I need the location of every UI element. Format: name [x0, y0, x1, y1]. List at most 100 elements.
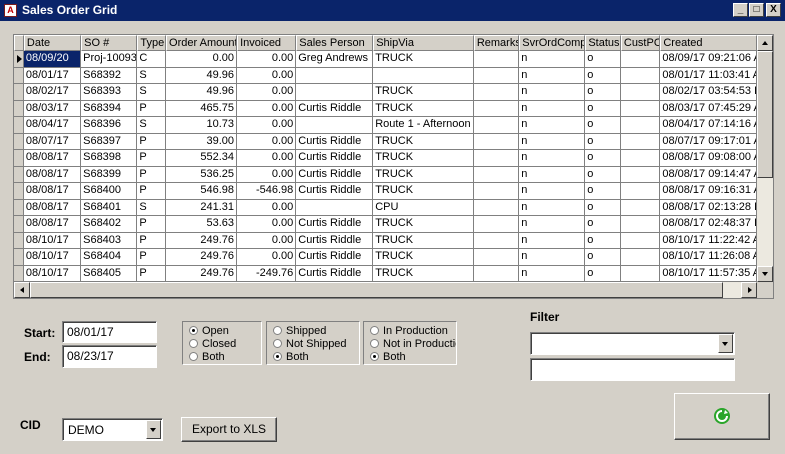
table-cell[interactable]: 08/08/17 09:14:47 A — [660, 166, 757, 183]
table-cell[interactable]: o — [585, 84, 621, 101]
table-cell[interactable] — [473, 249, 520, 266]
table-cell[interactable] — [620, 133, 661, 150]
table-cell[interactable]: 08/10/17 — [23, 249, 82, 266]
table-cell[interactable]: o — [585, 150, 621, 167]
table-cell[interactable]: n — [519, 216, 586, 233]
table-cell[interactable]: 08/09/17 09:21:06 A — [660, 51, 757, 68]
table-cell[interactable]: S — [137, 199, 167, 216]
table-cell[interactable] — [473, 166, 520, 183]
table-row[interactable]: 08/10/17 S68403 P 249.76 0.00 Curtis Riddle TR… — [14, 232, 757, 249]
table-cell[interactable]: 08/10/17 — [23, 265, 82, 282]
table-cell[interactable]: 08/08/17 — [23, 183, 82, 200]
table-cell[interactable]: 08/10/17 — [23, 232, 82, 249]
table-cell[interactable]: n — [519, 100, 586, 117]
table-cell[interactable]: n — [519, 166, 586, 183]
table-cell[interactable] — [620, 51, 661, 68]
table-cell[interactable]: Curtis Riddle — [296, 216, 374, 233]
table-row[interactable]: 08/08/17 S68398 P 552.34 0.00 Curtis Riddle TR… — [14, 150, 757, 167]
table-cell[interactable] — [620, 117, 661, 134]
table-cell[interactable] — [473, 183, 520, 200]
table-cell[interactable] — [620, 216, 661, 233]
table-cell[interactable]: Route 1 - Afternoon — [373, 117, 474, 134]
table-cell[interactable]: 08/07/17 — [23, 133, 82, 150]
table-cell[interactable]: Curtis Riddle — [296, 133, 374, 150]
table-cell[interactable]: o — [585, 133, 621, 150]
table-cell[interactable]: 49.96 — [166, 84, 238, 101]
table-row[interactable]: 08/10/17 S68405 P 249.76 -249.76 Curtis Riddl… — [14, 265, 757, 282]
cid-select[interactable]: DEMO — [62, 418, 163, 441]
cid-dropdown-button[interactable] — [146, 420, 161, 439]
table-cell[interactable]: 0.00 — [237, 100, 297, 117]
row-indicator[interactable] — [14, 133, 24, 150]
filter-select[interactable] — [530, 332, 735, 355]
table-cell[interactable]: S68396 — [81, 117, 138, 134]
table-cell[interactable]: -546.98 — [237, 183, 297, 200]
row-indicator[interactable] — [14, 183, 24, 200]
table-cell[interactable]: S68397 — [81, 133, 138, 150]
table-cell[interactable]: P — [137, 216, 167, 233]
column-header-so[interactable]: SO # — [81, 35, 138, 51]
table-cell[interactable]: o — [585, 265, 621, 282]
table-cell[interactable]: 39.00 — [166, 133, 238, 150]
sales-order-grid[interactable]: Date SO # Type Order Amount Invoiced Sales Pe… — [13, 34, 774, 299]
table-cell[interactable]: 53.63 — [166, 216, 238, 233]
table-cell[interactable]: Curtis Riddle — [296, 265, 374, 282]
minimize-button[interactable]: _ — [733, 3, 748, 17]
table-cell[interactable]: 08/09/20 — [23, 51, 82, 68]
row-indicator[interactable] — [14, 67, 24, 84]
table-cell[interactable]: 465.75 — [166, 100, 238, 117]
radio-both-shipped[interactable]: Both — [273, 351, 309, 364]
table-cell[interactable]: S68394 — [81, 100, 138, 117]
table-cell[interactable]: 0.00 — [237, 67, 297, 84]
table-cell[interactable]: 0.00 — [237, 133, 297, 150]
table-cell[interactable] — [473, 232, 520, 249]
table-cell[interactable]: o — [585, 199, 621, 216]
table-cell[interactable]: 0.00 — [237, 216, 297, 233]
table-cell[interactable]: P — [137, 150, 167, 167]
table-cell[interactable]: 552.34 — [166, 150, 238, 167]
table-row[interactable]: 08/03/17 S68394 P 465.75 0.00 Curtis Riddle TR… — [14, 100, 757, 117]
vertical-scroll-thumb[interactable] — [757, 51, 773, 178]
table-cell[interactable] — [473, 199, 520, 216]
table-cell[interactable]: S — [137, 84, 167, 101]
horizontal-scroll-thumb[interactable] — [30, 282, 723, 298]
table-cell[interactable]: P — [137, 166, 167, 183]
table-cell[interactable]: n — [519, 67, 586, 84]
radio-closed[interactable]: Closed — [189, 338, 236, 351]
table-cell[interactable] — [620, 199, 661, 216]
row-indicator[interactable] — [14, 265, 24, 282]
table-cell[interactable]: o — [585, 216, 621, 233]
filter-text-input[interactable] — [530, 358, 735, 381]
table-cell[interactable]: n — [519, 265, 586, 282]
table-cell[interactable] — [296, 84, 374, 101]
table-cell[interactable] — [373, 67, 474, 84]
table-cell[interactable]: Curtis Riddle — [296, 232, 374, 249]
table-cell[interactable] — [296, 117, 374, 134]
start-date-input[interactable]: 08/01/17 — [62, 321, 157, 343]
table-cell[interactable] — [620, 100, 661, 117]
table-cell[interactable]: S68404 — [81, 249, 138, 266]
table-cell[interactable]: P — [137, 232, 167, 249]
table-cell[interactable]: 0.00 — [237, 117, 297, 134]
radio-not-shipped[interactable]: Not Shipped — [273, 338, 347, 351]
table-cell[interactable]: S68401 — [81, 199, 138, 216]
table-cell[interactable] — [620, 183, 661, 200]
table-cell[interactable]: 08/10/17 11:22:42 A — [660, 232, 757, 249]
table-cell[interactable]: TRUCK — [373, 150, 474, 167]
table-cell[interactable] — [473, 265, 520, 282]
table-cell[interactable] — [620, 84, 661, 101]
table-cell[interactable]: S68398 — [81, 150, 138, 167]
table-cell[interactable]: P — [137, 265, 167, 282]
table-cell[interactable]: 08/04/17 07:14:16 A — [660, 117, 757, 134]
table-row[interactable]: 08/08/17 S68401 S 241.31 0.00 CPU n o 08/08/17 0… — [14, 199, 757, 216]
table-cell[interactable]: 0.00 — [237, 232, 297, 249]
close-button[interactable]: X — [766, 3, 781, 17]
table-cell[interactable]: 546.98 — [166, 183, 238, 200]
table-cell[interactable]: 08/08/17 — [23, 199, 82, 216]
table-cell[interactable]: S68400 — [81, 183, 138, 200]
column-header-invoiced[interactable]: Invoiced — [237, 35, 297, 51]
column-header-shipvia[interactable]: ShipVia — [373, 35, 474, 51]
table-cell[interactable]: o — [585, 51, 621, 68]
table-cell[interactable] — [473, 133, 520, 150]
maximize-button[interactable]: □ — [749, 3, 764, 17]
